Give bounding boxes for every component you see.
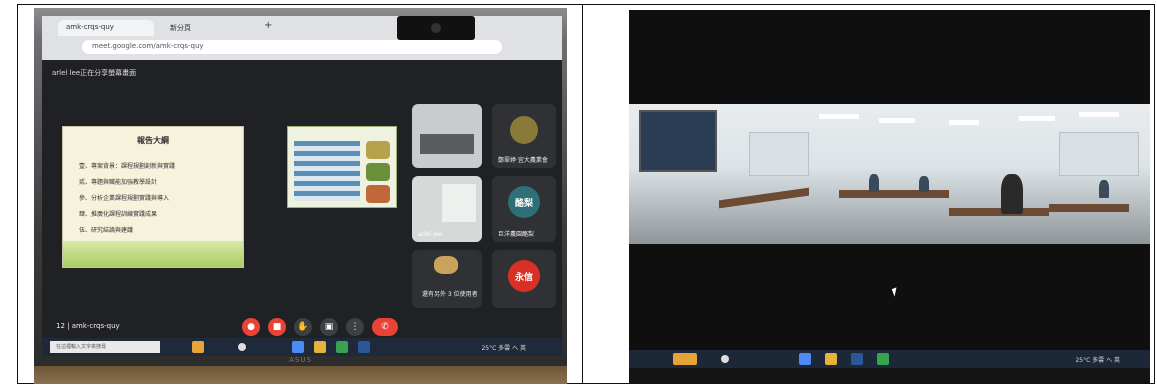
- camera-off-button[interactable]: ■: [268, 318, 286, 336]
- present-button[interactable]: ▣: [320, 318, 338, 336]
- browser-bar: amk-crqs-quy 新分頁 + meet.google.com/amk-c…: [42, 16, 562, 60]
- slide-thumbnail[interactable]: [287, 126, 397, 208]
- camera-off-icon: ■: [272, 322, 282, 332]
- word-icon[interactable]: [358, 341, 370, 353]
- cortana-icon[interactable]: [238, 343, 246, 351]
- person-figure: [1099, 180, 1109, 198]
- group-avatar-icon: [434, 256, 458, 274]
- participant-tile-others[interactable]: 還有另外 3 位使用者: [412, 250, 482, 308]
- participant-tile-initials[interactable]: 酪梨 巨洋農園酪梨: [492, 176, 556, 242]
- present-icon: ▣: [324, 322, 334, 332]
- ceiling-light: [949, 120, 979, 125]
- slide-line: 參、分析企業課程規劃實踐與導入: [79, 195, 170, 202]
- webcam-device: [397, 16, 475, 40]
- system-tray: 25°C 多雲 へ 英: [481, 345, 526, 352]
- shared-slide: 報告大綱 壹、專案背景：課程規劃創新與實踐 貳、專題與職能加強教學設計 參、分析…: [62, 126, 244, 268]
- browser-tab-meet[interactable]: amk-crqs-quy: [58, 20, 154, 36]
- presentation-banner: arlel lee正在分享螢幕畫面: [52, 69, 137, 77]
- person-figure: [919, 176, 929, 192]
- chrome-icon[interactable]: [799, 353, 811, 365]
- ceiling-light: [879, 118, 915, 123]
- photo-comparison-table: amk-crqs-quy 新分頁 + meet.google.com/amk-c…: [17, 4, 1155, 384]
- hand-icon: ✋: [297, 322, 309, 332]
- system-tray: 25°C 多雲 へ 英: [1075, 357, 1120, 364]
- participant-name: 巨洋農園酪梨: [498, 231, 535, 238]
- participant-name: arlel lee: [418, 231, 443, 238]
- right-cell: 25°C 多雲 へ 英: [583, 5, 1154, 383]
- avatar: [510, 116, 538, 144]
- classroom-screen: [629, 10, 1150, 350]
- taskbar-search[interactable]: 在這裡輸入文字來搜尋: [50, 341, 160, 353]
- mouse-cursor-icon: [891, 287, 900, 297]
- mic-off-button[interactable]: ●: [242, 318, 260, 336]
- ceiling-light: [1019, 116, 1055, 121]
- participant-name: 鄭翠婷‧宜大農業會: [498, 157, 548, 164]
- slide-line: 伍、研究結論與建議: [79, 227, 134, 234]
- slide-line: 肆、推廣化課程訓練實踐成果: [79, 211, 158, 218]
- ceiling-light: [1079, 112, 1119, 117]
- windows-taskbar: 25°C 多雲 へ 英: [629, 350, 1150, 368]
- meeting-code: 12 | amk-crqs-quy: [56, 322, 120, 330]
- monitor-brand: ASUS: [289, 356, 312, 364]
- more-participants-label: 還有另外 3 位使用者: [422, 291, 478, 298]
- slide-table-graphic: [294, 141, 360, 201]
- desk-row: [839, 190, 949, 198]
- windows-taskbar: 在這裡輸入文字來搜尋 25°C 多雲 へ 英: [42, 338, 562, 356]
- phone-icon: ✆: [381, 322, 389, 332]
- person-figure: [1001, 174, 1023, 214]
- desk-surface: [34, 366, 567, 384]
- mic-off-icon: ●: [247, 322, 255, 332]
- folder-icon[interactable]: [825, 353, 837, 365]
- projection-scene: [442, 184, 476, 222]
- avatar: 永信: [508, 260, 540, 292]
- new-tab-icon[interactable]: +: [264, 20, 272, 31]
- more-vert-icon: ⋮: [350, 322, 360, 332]
- desk-row: [719, 187, 809, 209]
- slide-title: 報告大綱: [137, 136, 169, 145]
- raise-hand-button[interactable]: ✋: [294, 318, 312, 336]
- meet-screen: amk-crqs-quy 新分頁 + meet.google.com/amk-c…: [42, 16, 562, 356]
- right-photo-monitor: 25°C 多雲 へ 英: [629, 10, 1150, 383]
- cortana-icon[interactable]: [721, 355, 729, 363]
- avatar: 酪梨: [508, 186, 540, 218]
- call-controls: ● ■ ✋ ▣ ⋮ ✆: [242, 318, 398, 336]
- word-icon[interactable]: [851, 353, 863, 365]
- sunflower-icon[interactable]: [673, 353, 697, 365]
- wall-panel: [749, 132, 809, 176]
- classroom-panorama: [629, 104, 1150, 244]
- left-photo-monitor: amk-crqs-quy 新分頁 + meet.google.com/amk-c…: [34, 8, 567, 384]
- slide-line: 貳、專題與職能加強教學設計: [79, 179, 158, 186]
- line-icon[interactable]: [877, 353, 889, 365]
- slide-grass-decoration: [63, 241, 243, 267]
- end-call-button[interactable]: ✆: [372, 318, 398, 336]
- wall-panel: [1059, 132, 1139, 176]
- participant-tile-avatar[interactable]: 鄭翠婷‧宜大農業會: [492, 104, 556, 168]
- chrome-icon[interactable]: [292, 341, 304, 353]
- desk-row: [949, 208, 1049, 216]
- desk-row: [1049, 204, 1129, 212]
- ceiling-light: [819, 114, 859, 119]
- participant-tile-presenter[interactable]: arlel lee: [412, 176, 482, 242]
- more-options-button[interactable]: ⋮: [346, 318, 364, 336]
- participant-tile-room[interactable]: [412, 104, 482, 168]
- browser-tab-new[interactable]: 新分頁: [162, 20, 258, 36]
- fruit-image: [366, 163, 390, 181]
- url-bar[interactable]: meet.google.com/amk-crqs-quy: [82, 40, 502, 54]
- projector-screen: [639, 110, 717, 172]
- room-scene: [420, 134, 474, 154]
- slide-line: 壹、專案背景：課程規劃創新與實踐: [79, 163, 176, 170]
- fruit-image: [366, 141, 390, 159]
- fruit-image: [366, 185, 390, 203]
- person-figure: [869, 174, 879, 192]
- folder-icon[interactable]: [314, 341, 326, 353]
- left-cell: amk-crqs-quy 新分頁 + meet.google.com/amk-c…: [18, 5, 583, 384]
- line-icon[interactable]: [336, 341, 348, 353]
- participant-tile-initials[interactable]: 永信: [492, 250, 556, 308]
- sunflower-icon[interactable]: [192, 341, 204, 353]
